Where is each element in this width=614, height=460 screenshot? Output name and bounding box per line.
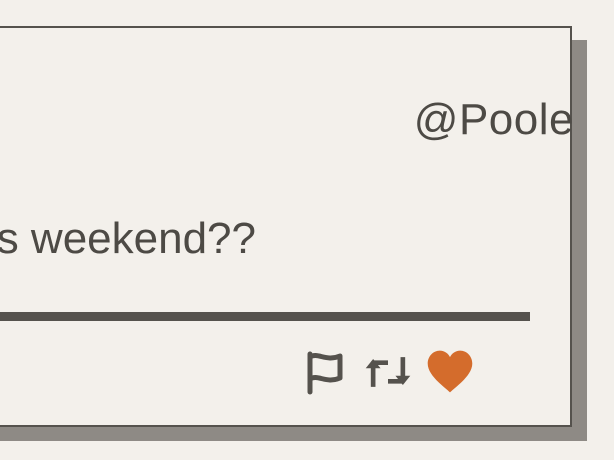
flag-icon (307, 351, 343, 395)
like-button[interactable] (424, 346, 476, 398)
author-handle[interactable]: @Poole (414, 95, 574, 145)
heart-icon (427, 350, 473, 393)
repost-button[interactable] (362, 346, 414, 398)
divider (0, 312, 530, 321)
post-stage: @Poole s weekend?? (0, 0, 614, 460)
repost-icon (365, 357, 411, 387)
flag-button[interactable] (300, 346, 352, 398)
message-clip: s weekend?? (0, 200, 300, 280)
post-message: s weekend?? (0, 214, 256, 263)
action-bar (300, 346, 476, 398)
